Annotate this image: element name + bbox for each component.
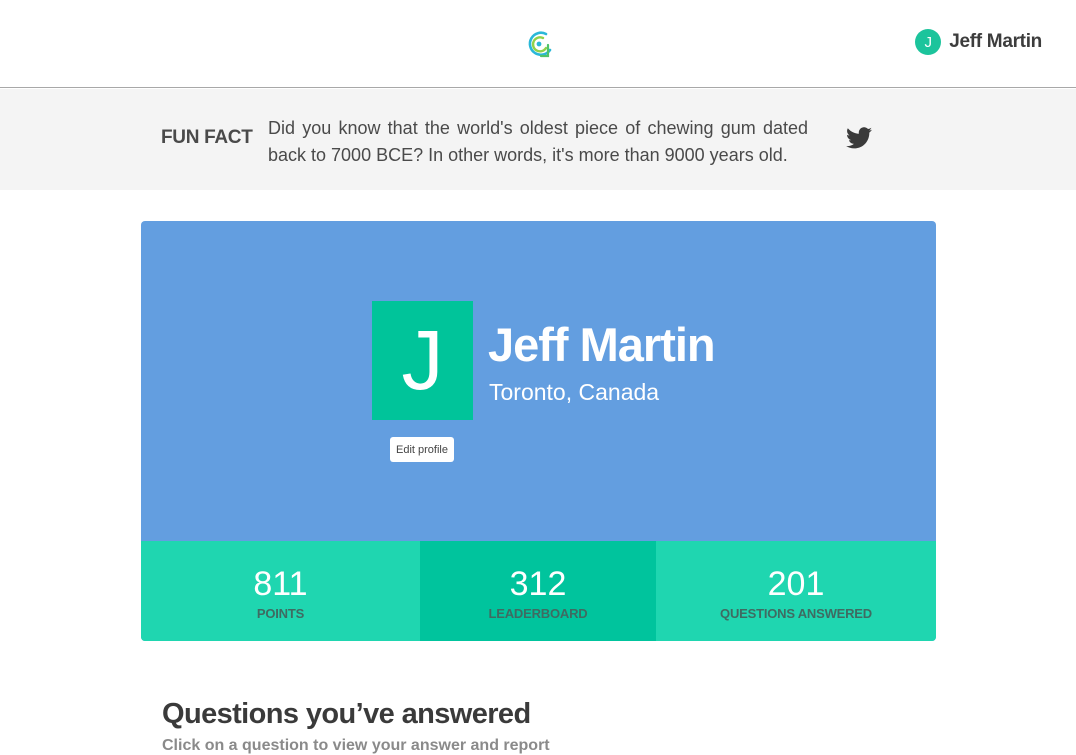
fun-fact-label: FUN FACT [161, 127, 253, 148]
top-header: J Jeff Martin [0, 0, 1076, 88]
profile-name: Jeff Martin [488, 318, 716, 371]
stat-value: 312 [509, 565, 567, 603]
stat-value: 811 [253, 565, 308, 603]
stat-label: POINTS [256, 606, 305, 621]
stat-label: LEADERBOARD [488, 606, 588, 621]
profile-card: J Jeff Martin Toronto, Canada Edit profi… [141, 221, 936, 641]
profile-avatar: J [372, 301, 473, 420]
edit-profile-button[interactable]: Edit profile [390, 437, 454, 462]
profile-location: Toronto, Canada [489, 379, 660, 405]
user-menu[interactable]: J Jeff Martin [915, 27, 1042, 57]
stat-leaderboard[interactable]: 312 LEADERBOARD [420, 541, 656, 641]
stat-value: 201 [767, 565, 825, 603]
stat-label: QUESTIONS ANSWERED [720, 606, 872, 621]
fun-fact-text: Did you know that the world's oldest pie… [268, 118, 808, 165]
questions-section-subtitle: Click on a question to view your answer … [162, 737, 550, 754]
stats-bar: 811 POINTS 312 LEADERBOARD 201 QUESTIONS… [141, 541, 936, 641]
twitter-icon[interactable] [846, 127, 872, 149]
app-logo-icon[interactable] [524, 28, 554, 60]
stat-points[interactable]: 811 POINTS [141, 541, 420, 641]
user-name[interactable]: Jeff Martin [949, 31, 1042, 53]
fun-fact-banner: FUN FACT Did you know that the world's o… [0, 89, 1076, 190]
user-avatar[interactable]: J [915, 29, 942, 55]
stat-questions-answered[interactable]: 201 QUESTIONS ANSWERED [656, 541, 936, 641]
questions-section-title: Questions you’ve answered [162, 698, 531, 730]
